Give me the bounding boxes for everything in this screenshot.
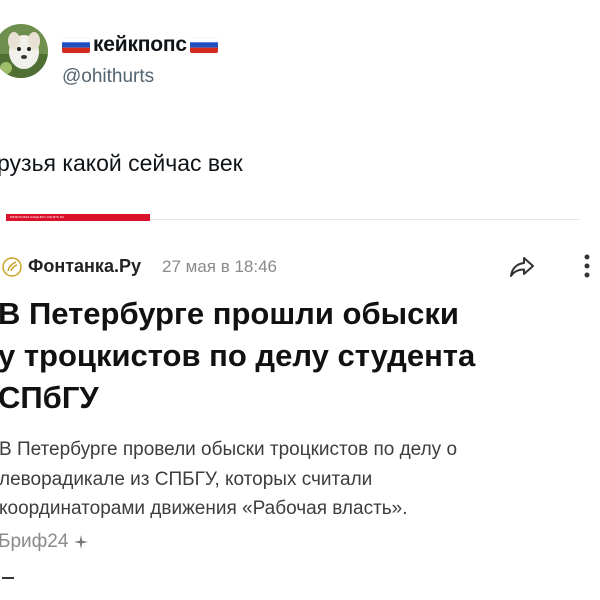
display-name-row[interactable]: кейкпопс xyxy=(62,33,218,57)
article-source-row: Фонтанка.Ру 27 мая в 18:46 xyxy=(0,253,600,281)
article-snippet: В Петербурге провели обыски троцкистов п… xyxy=(0,435,599,524)
headline-line: СПбГУ xyxy=(0,380,99,415)
sparkle-icon xyxy=(73,534,89,550)
article-headline[interactable]: В Петербурге прошли обыски у троцкистов … xyxy=(0,293,598,419)
brief-row[interactable]: Бриф24 xyxy=(0,531,89,553)
russian-flag-icon xyxy=(189,37,218,53)
snippet-line: координаторами движения «Рабочая власть»… xyxy=(0,498,408,519)
headline-line: В Петербурге прошли обыски xyxy=(0,296,459,331)
snippet-line: леворадикале из СПБГУ, которых считали xyxy=(0,468,373,490)
embedded-article-screenshot[interactable]: БИЛЕТЫ БЕЗ НАЦЕНКИ LIVE.MTS.RU Фонтанка.… xyxy=(0,205,600,600)
headline-line: у троцкистов по делу студента xyxy=(0,338,476,373)
publish-time: 27 мая в 18:46 xyxy=(162,257,277,276)
source-name[interactable]: Фонтанка.Ру xyxy=(28,256,141,277)
divider xyxy=(150,219,580,220)
display-name: кейкпопс xyxy=(93,33,187,56)
more-vertical-icon[interactable] xyxy=(577,252,597,282)
snippet-line: В Петербурге провели обыски троцкистов п… xyxy=(0,439,458,460)
avatar[interactable] xyxy=(0,24,48,78)
brief-label: Бриф24 xyxy=(0,531,69,552)
fontanka-logo-icon xyxy=(2,257,22,277)
ad-strip: БИЛЕТЫ БЕЗ НАЦЕНКИ LIVE.MTS.RU xyxy=(6,214,150,221)
share-icon[interactable] xyxy=(507,253,537,281)
divider xyxy=(2,577,14,579)
tweet-text: рузья какой сейчас век xyxy=(0,150,243,176)
russian-flag-icon xyxy=(62,37,90,53)
user-handle[interactable]: @ohithurts xyxy=(62,66,154,88)
